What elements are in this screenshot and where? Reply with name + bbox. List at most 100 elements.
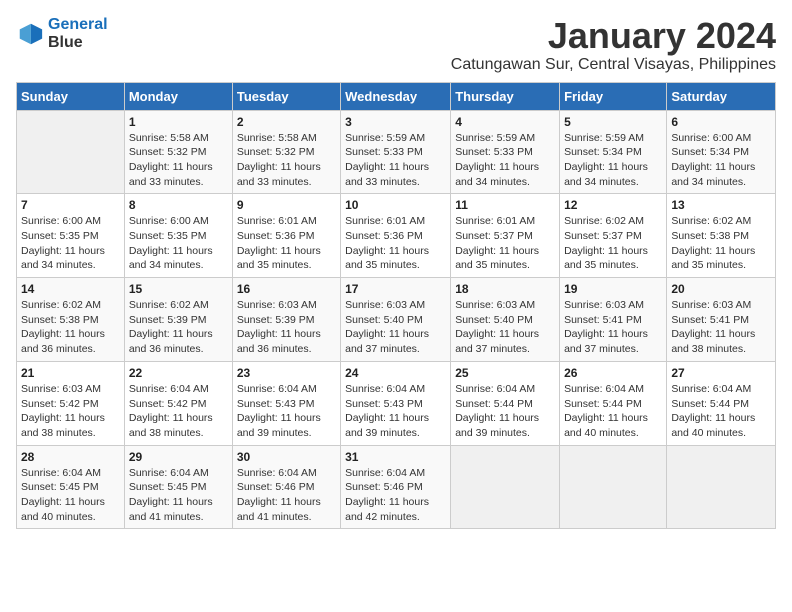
day-info: Sunrise: 5:58 AM Sunset: 5:32 PM Dayligh… [237, 131, 336, 190]
day-info: Sunrise: 6:02 AM Sunset: 5:37 PM Dayligh… [564, 214, 662, 273]
day-number: 28 [21, 450, 120, 464]
calendar-cell [17, 110, 125, 194]
day-info: Sunrise: 6:04 AM Sunset: 5:44 PM Dayligh… [564, 382, 662, 441]
week-row-1: 7 Sunrise: 6:00 AM Sunset: 5:35 PM Daylig… [17, 194, 776, 278]
calendar-cell: 20 Sunrise: 6:03 AM Sunset: 5:41 PM Dayli… [667, 278, 776, 362]
week-row-4: 28 Sunrise: 6:04 AM Sunset: 5:45 PM Dayli… [17, 445, 776, 529]
day-number: 10 [345, 198, 446, 212]
day-number: 25 [455, 366, 555, 380]
header-row: Sunday Monday Tuesday Wednesday Thursday… [17, 82, 776, 110]
header-sunday: Sunday [17, 82, 125, 110]
calendar-cell: 25 Sunrise: 6:04 AM Sunset: 5:44 PM Dayli… [451, 361, 560, 445]
calendar-cell: 30 Sunrise: 6:04 AM Sunset: 5:46 PM Dayli… [232, 445, 340, 529]
calendar-cell: 6 Sunrise: 6:00 AM Sunset: 5:34 PM Daylig… [667, 110, 776, 194]
day-info: Sunrise: 6:04 AM Sunset: 5:44 PM Dayligh… [455, 382, 555, 441]
month-title: January 2024 [451, 16, 776, 56]
calendar-cell [560, 445, 667, 529]
day-info: Sunrise: 6:02 AM Sunset: 5:38 PM Dayligh… [671, 214, 771, 273]
header-wednesday: Wednesday [341, 82, 451, 110]
calendar-cell: 26 Sunrise: 6:04 AM Sunset: 5:44 PM Dayli… [560, 361, 667, 445]
day-info: Sunrise: 6:03 AM Sunset: 5:39 PM Dayligh… [237, 298, 336, 357]
day-number: 12 [564, 198, 662, 212]
day-info: Sunrise: 6:03 AM Sunset: 5:41 PM Dayligh… [564, 298, 662, 357]
week-row-3: 21 Sunrise: 6:03 AM Sunset: 5:42 PM Dayli… [17, 361, 776, 445]
day-info: Sunrise: 6:00 AM Sunset: 5:35 PM Dayligh… [129, 214, 228, 273]
day-number: 9 [237, 198, 336, 212]
calendar-cell: 17Sunrise: 6:03 AM Sunset: 5:40 PM Dayli… [341, 278, 451, 362]
day-info: Sunrise: 6:03 AM Sunset: 5:40 PM Dayligh… [455, 298, 555, 357]
day-info: Sunrise: 6:04 AM Sunset: 5:43 PM Dayligh… [345, 382, 446, 441]
day-info: Sunrise: 6:02 AM Sunset: 5:38 PM Dayligh… [21, 298, 120, 357]
day-number: 21 [21, 366, 120, 380]
day-number: 1 [129, 115, 228, 129]
calendar-cell: 28 Sunrise: 6:04 AM Sunset: 5:45 PM Dayli… [17, 445, 125, 529]
day-info: Sunrise: 6:03 AM Sunset: 5:42 PM Dayligh… [21, 382, 120, 441]
calendar-cell: 16Sunrise: 6:03 AM Sunset: 5:39 PM Dayli… [232, 278, 340, 362]
day-info: Sunrise: 6:04 AM Sunset: 5:45 PM Dayligh… [21, 466, 120, 525]
day-number: 22 [129, 366, 228, 380]
week-row-2: 14Sunrise: 6:02 AM Sunset: 5:38 PM Dayli… [17, 278, 776, 362]
calendar-cell: 12 Sunrise: 6:02 AM Sunset: 5:37 PM Dayli… [560, 194, 667, 278]
calendar-cell: 9Sunrise: 6:01 AM Sunset: 5:36 PM Daylig… [232, 194, 340, 278]
day-info: Sunrise: 6:03 AM Sunset: 5:41 PM Dayligh… [671, 298, 771, 357]
calendar-table: Sunday Monday Tuesday Wednesday Thursday… [16, 82, 776, 530]
day-info: Sunrise: 5:59 AM Sunset: 5:33 PM Dayligh… [345, 131, 446, 190]
calendar-cell [667, 445, 776, 529]
day-info: Sunrise: 6:04 AM Sunset: 5:45 PM Dayligh… [129, 466, 228, 525]
day-number: 5 [564, 115, 662, 129]
calendar-cell: 19 Sunrise: 6:03 AM Sunset: 5:41 PM Dayli… [560, 278, 667, 362]
calendar-cell: 21 Sunrise: 6:03 AM Sunset: 5:42 PM Dayli… [17, 361, 125, 445]
calendar-cell: 27Sunrise: 6:04 AM Sunset: 5:44 PM Dayli… [667, 361, 776, 445]
calendar-cell: 15 Sunrise: 6:02 AM Sunset: 5:39 PM Dayli… [124, 278, 232, 362]
calendar-cell [451, 445, 560, 529]
page-header: General Blue January 2024 Catungawan Sur… [16, 16, 776, 74]
calendar-cell: 10Sunrise: 6:01 AM Sunset: 5:36 PM Dayli… [341, 194, 451, 278]
day-info: Sunrise: 5:58 AM Sunset: 5:32 PM Dayligh… [129, 131, 228, 190]
calendar-cell: 3 Sunrise: 5:59 AM Sunset: 5:33 PM Daylig… [341, 110, 451, 194]
day-info: Sunrise: 6:04 AM Sunset: 5:42 PM Dayligh… [129, 382, 228, 441]
day-info: Sunrise: 6:00 AM Sunset: 5:35 PM Dayligh… [21, 214, 120, 273]
day-info: Sunrise: 6:04 AM Sunset: 5:46 PM Dayligh… [345, 466, 446, 525]
day-number: 31 [345, 450, 446, 464]
day-number: 15 [129, 282, 228, 296]
calendar-cell: 1 Sunrise: 5:58 AM Sunset: 5:32 PM Daylig… [124, 110, 232, 194]
day-number: 18 [455, 282, 555, 296]
day-info: Sunrise: 6:01 AM Sunset: 5:37 PM Dayligh… [455, 214, 555, 273]
day-number: 26 [564, 366, 662, 380]
day-info: Sunrise: 6:00 AM Sunset: 5:34 PM Dayligh… [671, 131, 771, 190]
day-number: 6 [671, 115, 771, 129]
day-info: Sunrise: 6:02 AM Sunset: 5:39 PM Dayligh… [129, 298, 228, 357]
header-saturday: Saturday [667, 82, 776, 110]
day-number: 19 [564, 282, 662, 296]
week-row-0: 1 Sunrise: 5:58 AM Sunset: 5:32 PM Daylig… [17, 110, 776, 194]
day-number: 8 [129, 198, 228, 212]
day-number: 3 [345, 115, 446, 129]
calendar-cell: 22 Sunrise: 6:04 AM Sunset: 5:42 PM Dayli… [124, 361, 232, 445]
day-number: 4 [455, 115, 555, 129]
day-number: 20 [671, 282, 771, 296]
header-monday: Monday [124, 82, 232, 110]
calendar-cell: 7 Sunrise: 6:00 AM Sunset: 5:35 PM Daylig… [17, 194, 125, 278]
logo: General Blue [16, 16, 108, 52]
day-number: 13 [671, 198, 771, 212]
day-number: 23 [237, 366, 336, 380]
calendar-cell: 2 Sunrise: 5:58 AM Sunset: 5:32 PM Daylig… [232, 110, 340, 194]
day-info: Sunrise: 6:04 AM Sunset: 5:46 PM Dayligh… [237, 466, 336, 525]
day-info: Sunrise: 6:04 AM Sunset: 5:43 PM Dayligh… [237, 382, 336, 441]
calendar-cell: 5Sunrise: 5:59 AM Sunset: 5:34 PM Daylig… [560, 110, 667, 194]
calendar-cell: 18 Sunrise: 6:03 AM Sunset: 5:40 PM Dayli… [451, 278, 560, 362]
day-number: 7 [21, 198, 120, 212]
header-thursday: Thursday [451, 82, 560, 110]
logo-icon [16, 20, 44, 48]
day-info: Sunrise: 5:59 AM Sunset: 5:33 PM Dayligh… [455, 131, 555, 190]
day-number: 17 [345, 282, 446, 296]
calendar-cell: 14Sunrise: 6:02 AM Sunset: 5:38 PM Dayli… [17, 278, 125, 362]
calendar-cell: 8 Sunrise: 6:00 AM Sunset: 5:35 PM Daylig… [124, 194, 232, 278]
day-number: 30 [237, 450, 336, 464]
day-number: 24 [345, 366, 446, 380]
title-area: January 2024 Catungawan Sur, Central Vis… [451, 16, 776, 74]
calendar-cell: 31 Sunrise: 6:04 AM Sunset: 5:46 PM Dayli… [341, 445, 451, 529]
day-number: 29 [129, 450, 228, 464]
day-number: 11 [455, 198, 555, 212]
day-number: 2 [237, 115, 336, 129]
